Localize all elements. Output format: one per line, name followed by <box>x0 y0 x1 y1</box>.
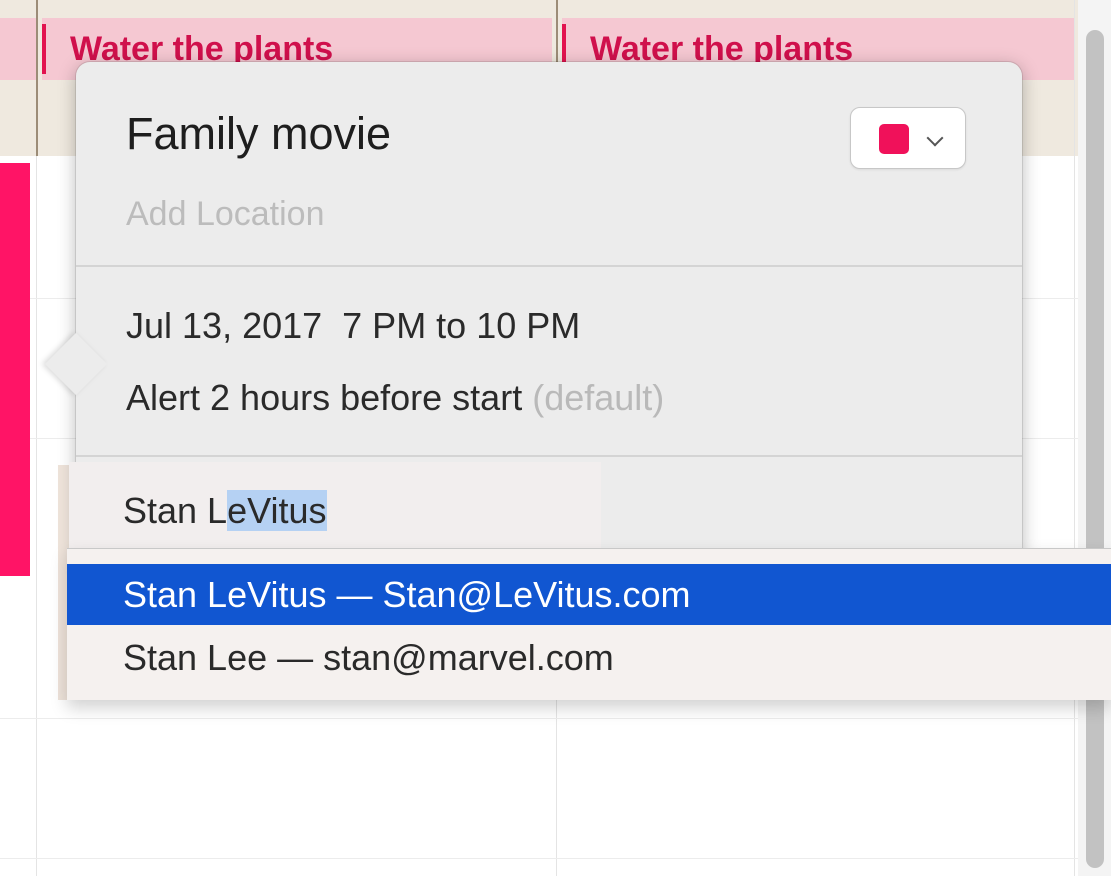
timed-event-block[interactable] <box>0 163 30 576</box>
alert-default-label: (default) <box>532 377 665 418</box>
color-swatch <box>879 124 909 154</box>
divider <box>76 455 1022 457</box>
invitee-autocomplete-selection: eVitus <box>227 490 327 531</box>
alert-text: Alert 2 hours before start <box>126 377 523 418</box>
grid-line <box>0 858 1078 859</box>
event-title-field[interactable]: Family movie <box>126 108 391 160</box>
autocomplete-item-label: Stan LeVitus — Stan@LeVitus.com <box>123 574 691 615</box>
autocomplete-item[interactable]: Stan Lee — stan@marvel.com <box>67 627 1111 688</box>
grid-line <box>0 718 1078 719</box>
invitee-input[interactable]: Stan LeVitus <box>69 462 601 548</box>
chevron-down-icon <box>926 129 944 147</box>
grid-line <box>36 156 37 876</box>
event-datetime[interactable]: Jul 13, 2017 7 PM to 10 PM <box>126 305 580 347</box>
autocomplete-item[interactable]: Stan LeVitus — Stan@LeVitus.com <box>67 564 1111 625</box>
invitee-typed-text: Stan L <box>123 490 228 531</box>
location-field[interactable]: Add Location <box>126 195 325 234</box>
autocomplete-item-label: Stan Lee — stan@marvel.com <box>123 637 614 678</box>
invitee-text: Stan LeVitus <box>123 490 327 532</box>
scrollbar-thumb[interactable] <box>1086 30 1104 868</box>
divider <box>76 265 1022 267</box>
event-color-stripe <box>42 24 46 74</box>
autocomplete-list: Stan LeVitus — Stan@LeVitus.com Stan Lee… <box>67 548 1111 700</box>
day-column-divider <box>36 0 38 156</box>
all-day-event-fragment[interactable] <box>0 18 38 80</box>
event-alert[interactable]: Alert 2 hours before start (default) <box>126 377 664 419</box>
calendar-color-button[interactable] <box>850 107 966 169</box>
